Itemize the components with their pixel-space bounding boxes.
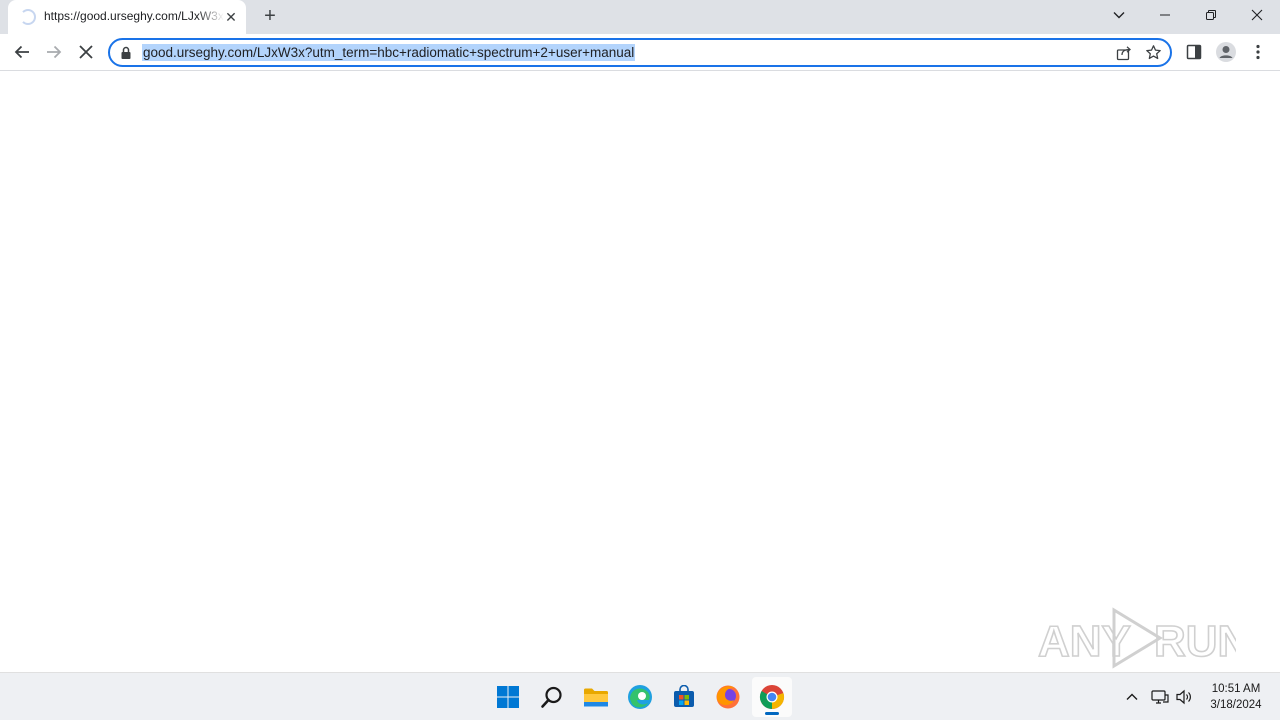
chrome-icon (759, 685, 785, 710)
clock-time: 10:51 AM (1211, 683, 1261, 695)
tab-search-button[interactable] (1096, 0, 1142, 30)
stop-loading-button[interactable] (74, 40, 98, 64)
store-icon (674, 685, 694, 707)
restore-button[interactable] (1188, 0, 1234, 30)
chevron-up-icon (1126, 693, 1138, 700)
file-explorer-button[interactable] (576, 677, 616, 717)
page-viewport[interactable] (0, 72, 1280, 672)
search-taskbar-button[interactable] (532, 677, 572, 717)
start-button[interactable] (488, 677, 528, 717)
share-icon[interactable] (1116, 45, 1132, 61)
tab-title: https://good.urseghy.com/LJxW3x?utm_term… (44, 9, 224, 23)
stop-x-icon (79, 45, 93, 59)
windows-taskbar: 10:51 AM 3/18/2024 (0, 672, 1280, 720)
store-button[interactable] (664, 677, 704, 717)
anyrun-watermark-logo: ANY RUN (1037, 607, 1236, 669)
kebab-menu-icon (1256, 44, 1260, 60)
profile-button[interactable] (1214, 40, 1238, 64)
search-icon (541, 686, 562, 708)
tab-close-button[interactable]: ✕ (222, 8, 240, 26)
avatar-icon (1216, 42, 1236, 62)
clock-date: 3/18/2024 (1210, 699, 1262, 711)
side-panel-icon (1186, 44, 1202, 60)
tab-strip: https://good.urseghy.com/LJxW3x?utm_term… (0, 0, 1280, 34)
back-button[interactable] (10, 40, 34, 64)
firefox-button[interactable] (708, 677, 748, 717)
volume-tray-button[interactable] (1174, 687, 1194, 707)
minimize-button[interactable] (1142, 0, 1188, 30)
window-close-button[interactable] (1234, 0, 1280, 30)
chevron-down-icon (1113, 12, 1125, 19)
restore-icon (1206, 10, 1216, 20)
lock-icon[interactable] (120, 46, 132, 60)
url-text[interactable]: good.urseghy.com/LJxW3x?utm_term=hbc+rad… (142, 44, 636, 61)
windows-logo-icon (497, 686, 519, 708)
active-app-indicator (765, 712, 779, 715)
close-icon (1251, 9, 1263, 21)
browser-toolbar: good.urseghy.com/LJxW3x?utm_term=hbc+rad… (0, 34, 1280, 71)
folder-icon (584, 688, 608, 707)
arrow-left-icon (14, 45, 29, 59)
network-tray-button[interactable] (1150, 687, 1170, 707)
arrow-right-icon (47, 45, 62, 59)
minimize-icon (1160, 14, 1170, 16)
network-monitor-icon (1151, 690, 1169, 704)
address-bar[interactable]: good.urseghy.com/LJxW3x?utm_term=hbc+rad… (108, 38, 1172, 67)
show-hidden-icons-button[interactable] (1122, 687, 1142, 707)
browser-tab[interactable]: https://good.urseghy.com/LJxW3x?utm_term… (8, 0, 246, 34)
watermark-text-right: RUN (1154, 617, 1236, 666)
loading-spinner-icon (20, 9, 36, 25)
firefox-icon (716, 685, 740, 709)
taskbar-clock[interactable]: 10:51 AM 3/18/2024 (1200, 681, 1272, 713)
watermark-text-left: ANY (1038, 617, 1131, 666)
edge-icon (628, 685, 652, 709)
chrome-button[interactable] (752, 677, 792, 717)
bookmark-star-icon[interactable] (1145, 44, 1162, 61)
side-panel-button[interactable] (1182, 40, 1206, 64)
new-tab-button[interactable]: + (258, 5, 282, 29)
speaker-icon (1176, 689, 1191, 705)
browser-menu-button[interactable] (1246, 40, 1270, 64)
edge-button[interactable] (620, 677, 660, 717)
forward-button[interactable] (42, 40, 66, 64)
